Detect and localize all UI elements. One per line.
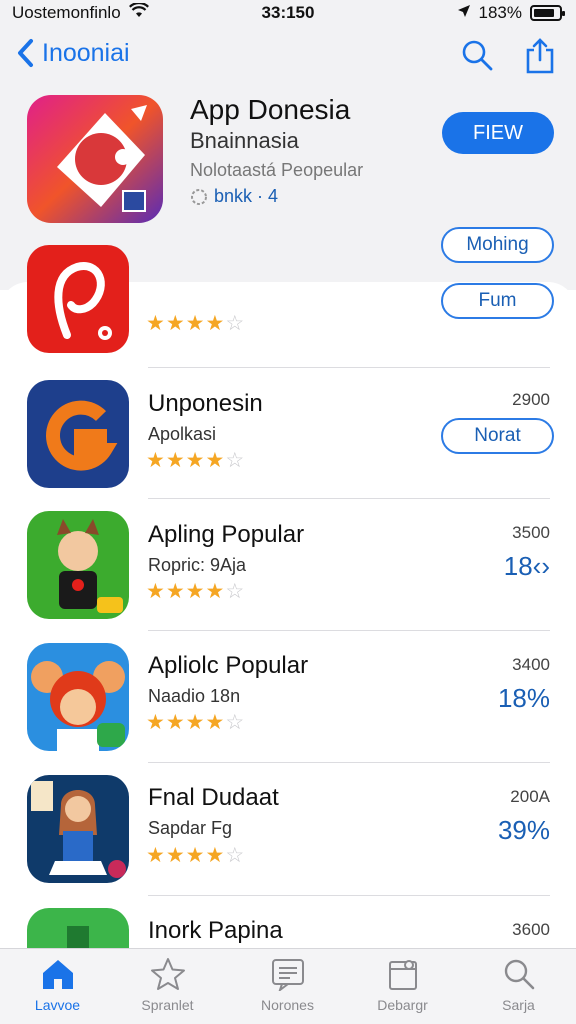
app-action-4[interactable]: 18% xyxy=(498,683,550,714)
app-title-6: Inork Papina xyxy=(148,917,283,944)
star-rating: ★★★★☆ xyxy=(146,579,245,604)
app-title-4: Apliolc Popular xyxy=(148,652,309,679)
app-price-6: 3600 xyxy=(512,920,550,939)
featured-subtitle: Bnainnasia xyxy=(190,128,299,153)
star-icon xyxy=(151,958,185,990)
battery-percent: 183% xyxy=(478,3,522,22)
featured-button-1[interactable]: Mohing xyxy=(441,227,554,263)
tab-featured[interactable]: Spranlet xyxy=(110,949,225,1024)
status-bar: Uostemonfinlo 33:150 183% xyxy=(0,0,576,26)
location-arrow-icon xyxy=(457,3,471,23)
chevron-left-icon xyxy=(18,39,33,67)
tab-label: Lavvoe xyxy=(34,997,81,1013)
stars-empty: ☆ xyxy=(225,580,246,603)
featured-title: App Donesia xyxy=(190,94,351,125)
navigation-bar: Inooniai xyxy=(0,26,576,90)
back-button[interactable]: Inooniai xyxy=(16,38,130,68)
tab-label: Spranlet xyxy=(141,997,194,1013)
tab-search[interactable]: Sarja xyxy=(461,949,576,1024)
star-rating: ★★★★☆ xyxy=(146,448,245,473)
back-label: Inooniai xyxy=(42,38,130,67)
search-icon xyxy=(504,959,535,990)
app-icon-4[interactable] xyxy=(27,643,129,751)
app-icon-6[interactable] xyxy=(27,908,129,948)
tab-home[interactable]: Lavvoe xyxy=(0,949,115,1024)
search-icon[interactable] xyxy=(460,38,494,77)
stars-filled: ★★★★ xyxy=(146,312,226,335)
app-price-3: 3500 xyxy=(512,523,550,542)
featured-rank-label: bnkk · 4 xyxy=(214,186,279,206)
calendar-icon xyxy=(389,960,417,990)
app-action-3[interactable]: 18‹› xyxy=(504,551,550,582)
app-title-3: Apling Popular xyxy=(148,521,305,548)
list-divider xyxy=(148,762,550,763)
loading-icon xyxy=(191,188,207,205)
app-icon-3[interactable] xyxy=(27,511,129,619)
stars-filled: ★★★★ xyxy=(146,580,226,603)
app-icon-1[interactable] xyxy=(27,245,129,353)
featured-button-2[interactable]: Fum xyxy=(441,283,554,319)
battery-icon xyxy=(530,5,565,21)
stars-empty: ☆ xyxy=(225,711,246,734)
app-price-2: 2900 xyxy=(512,390,550,409)
tab-updates[interactable]: Debargr xyxy=(345,949,460,1024)
app-action-5[interactable]: 39% xyxy=(498,815,550,846)
tab-messages[interactable]: Norones xyxy=(230,949,345,1024)
tab-bar: Lavvoe Spranlet Norones Debargr Sarja xyxy=(0,948,576,1024)
star-rating: ★★★★☆ xyxy=(146,311,245,336)
app-title-2: Unponesin xyxy=(148,390,263,417)
list-divider xyxy=(148,895,550,896)
stars-empty: ☆ xyxy=(225,449,246,472)
stars-filled: ★★★★ xyxy=(146,449,226,472)
share-icon[interactable] xyxy=(524,38,556,79)
stars-filled: ★★★★ xyxy=(146,711,226,734)
stars-empty: ☆ xyxy=(225,844,246,867)
app-action-button-2[interactable]: Norat xyxy=(441,418,554,454)
featured-primary-button[interactable]: FIEW xyxy=(442,112,554,154)
battery-level-fill xyxy=(534,9,554,17)
app-icon-2[interactable] xyxy=(27,380,129,488)
list-divider xyxy=(148,498,550,499)
star-rating: ★★★★☆ xyxy=(146,843,245,868)
featured-app-icon[interactable] xyxy=(27,95,163,223)
message-icon xyxy=(272,959,304,991)
app-subtitle-2: Apolkasi xyxy=(148,424,217,444)
stars-empty: ☆ xyxy=(225,312,246,335)
home-icon xyxy=(43,960,73,989)
list-divider xyxy=(148,367,550,368)
app-price-4: 3400 xyxy=(512,655,550,674)
app-price-5: 200A xyxy=(510,787,550,806)
app-title-5: Fnal Dudaat xyxy=(148,784,279,811)
tab-label: Debargr xyxy=(377,997,428,1013)
app-subtitle-3: Ropric: 9Aja xyxy=(148,555,247,575)
app-icon-5[interactable] xyxy=(27,775,129,883)
stars-filled: ★★★★ xyxy=(146,844,226,867)
featured-meta: Nolotaastá Peopeular xyxy=(190,160,364,180)
app-subtitle-4: Naadio 18n xyxy=(148,686,241,706)
list-divider xyxy=(148,630,550,631)
star-rating: ★★★★☆ xyxy=(146,710,245,735)
app-subtitle-5: Sapdar Fg xyxy=(148,818,233,838)
featured-rank: bnkk · 4 xyxy=(190,186,278,207)
tab-label: Norones xyxy=(261,997,314,1013)
tab-label: Sarja xyxy=(502,997,535,1013)
